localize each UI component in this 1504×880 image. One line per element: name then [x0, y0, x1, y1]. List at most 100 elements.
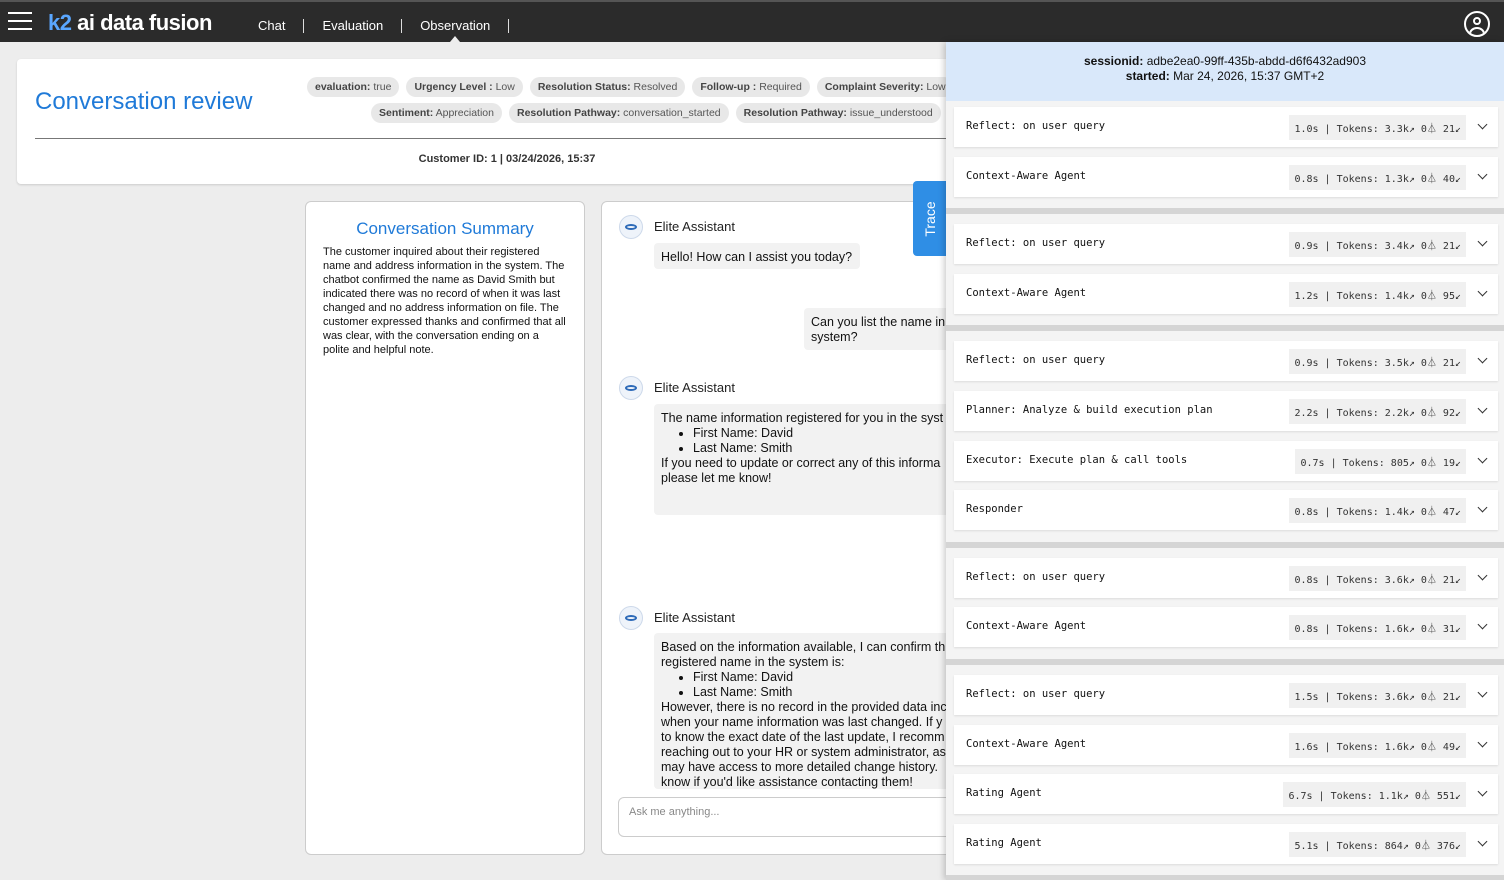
tab-observation[interactable]: Observation: [402, 2, 508, 42]
list-item: First Name: David: [693, 670, 980, 685]
message-text: Hello! How can I assist you today?: [661, 250, 853, 264]
chip-key: Urgency Level :: [414, 81, 493, 93]
trace-step-metrics: 1.2s | Tokens: 1.4k↗ 0⏃ 95↙: [1289, 281, 1466, 307]
trace-step-row[interactable]: Reflect: on user query 1.0s | Tokens: 3.3…: [954, 107, 1498, 147]
message-text: The name information registered for you …: [661, 411, 944, 425]
evaluation-chip: evaluation: true: [307, 77, 400, 97]
hamburger-menu-icon[interactable]: [8, 12, 32, 32]
trace-step-name: Rating Agent: [966, 836, 1042, 849]
assistant-message: The name information registered for you …: [654, 404, 980, 515]
divider: [35, 138, 965, 139]
chip-value: issue_understood: [849, 107, 933, 119]
chevron-down-icon[interactable]: [1477, 737, 1488, 747]
trace-step-name: Context-Aware Agent: [966, 737, 1087, 750]
nav-divider: [508, 19, 510, 33]
conversation-review-card: Conversation review evaluation: true Urge…: [17, 59, 997, 184]
message-text: when your name information was last chan…: [661, 715, 943, 729]
assistant-name: Elite Assistant: [654, 219, 735, 234]
tab-chat[interactable]: Chat: [240, 2, 303, 42]
trace-step-name: Reflect: on user query: [966, 237, 1106, 250]
evaluation-chips-row-1: evaluation: true Urgency Level : Low Resol…: [307, 77, 991, 97]
chevron-down-icon[interactable]: [1477, 403, 1488, 414]
trace-step-row[interactable]: Context-Aware Agent 1.6s | Tokens: 1.6k↗ …: [954, 724, 1498, 765]
chevron-down-icon[interactable]: [1477, 570, 1488, 581]
page-title: Conversation review: [35, 88, 253, 115]
trace-step-row[interactable]: Context-Aware Agent 1.2s | Tokens: 1.4k↗ …: [954, 273, 1498, 314]
trace-step-name: Rating Agent: [966, 787, 1042, 800]
chevron-down-icon[interactable]: [1477, 502, 1488, 513]
message-text: please let me know!: [661, 471, 772, 485]
trace-step-metrics: 2.2s | Tokens: 2.2k↗ 0⏃ 92↙: [1289, 398, 1466, 424]
trace-step-metrics: 0.7s | Tokens: 805↗ 0⏃ 19↙: [1295, 448, 1466, 474]
chip-key: Complaint Severity:: [824, 81, 924, 93]
trace-step-metrics: 0.9s | Tokens: 3.4k↗ 0⏃ 21↙: [1289, 232, 1466, 258]
trace-step-row[interactable]: Reflect: on user query 1.5s | Tokens: 3.6…: [954, 674, 1498, 715]
chip-key: Sentiment:: [379, 107, 434, 119]
chevron-down-icon[interactable]: [1477, 619, 1488, 630]
trace-step-metrics: 0.8s | Tokens: 1.3k↗ 0⏃ 40↙: [1289, 164, 1466, 190]
chevron-down-icon[interactable]: [1477, 453, 1488, 464]
message-text: to know the exact date of the last updat…: [661, 730, 945, 744]
chip-key: evaluation:: [315, 81, 371, 93]
trace-step-name: Context-Aware Agent: [966, 286, 1087, 299]
evaluation-chip: Complaint Severity: Low: [816, 77, 954, 97]
top-bar: k2 ai data fusion Chat Evaluation Observ…: [0, 0, 1504, 42]
evaluation-chip: Resolution Status: Resolved: [529, 77, 686, 97]
trace-step-metrics: 1.5s | Tokens: 3.6k↗ 0⏃ 21↙: [1289, 682, 1466, 708]
chevron-down-icon[interactable]: [1477, 836, 1488, 847]
assistant-name: Elite Assistant: [654, 380, 735, 395]
conversation-summary-card: Conversation Summary The customer inquir…: [305, 201, 585, 855]
trace-step-metrics: 1.0s | Tokens: 3.3k↗ 0⏃ 21↙: [1289, 115, 1466, 140]
tab-evaluation[interactable]: Evaluation: [304, 2, 401, 42]
chevron-down-icon[interactable]: [1477, 286, 1488, 297]
trace-step-row[interactable]: Rating Agent 6.7s | Tokens: 1.1k↗ 0⏃ 551↙: [954, 774, 1498, 815]
trace-step-name: Planner: Analyze & build execution plan: [966, 403, 1213, 416]
trace-step-name: Context-Aware Agent: [966, 620, 1087, 633]
trace-step-row[interactable]: Reflect: on user query 0.8s | Tokens: 3.6…: [954, 557, 1498, 598]
trace-step-row[interactable]: Executor: Execute plan & call tools 0.7s …: [954, 440, 1498, 481]
chevron-down-icon[interactable]: [1477, 353, 1488, 364]
trace-step-name: Reflect: on user query: [966, 570, 1106, 583]
trace-step-name: Responder: [966, 503, 1023, 516]
chevron-down-icon[interactable]: [1477, 786, 1488, 797]
trace-step-row[interactable]: Responder 0.8s | Tokens: 1.4k↗ 0⏃ 47↙: [954, 490, 1498, 531]
assistant-message: Based on the information available, I ca…: [654, 633, 980, 789]
chip-value: Resolved: [633, 81, 678, 93]
message-text: registered name in the system is:: [661, 655, 845, 669]
app-logo[interactable]: k2 ai data fusion: [48, 10, 212, 36]
customer-id-label: Customer ID: 1 | 03/24/2026, 15:37: [418, 153, 596, 165]
trace-step-row[interactable]: Reflect: on user query 0.9s | Tokens: 3.4…: [954, 224, 1498, 265]
evaluation-chip: Follow-up : Required: [692, 77, 810, 97]
assistant-avatar-icon: [619, 215, 643, 239]
evaluation-chip: Urgency Level : Low: [406, 77, 523, 97]
message-text: know if you'd like assistance contacting…: [661, 775, 913, 789]
trace-session-header: sessionid: adbe2ea0-99ff-435b-abdd-d6f64…: [946, 42, 1504, 101]
chevron-down-icon[interactable]: [1477, 236, 1488, 247]
message-list: First Name: David Last Name: Smith: [661, 426, 980, 456]
trace-step-metrics: 5.1s | Tokens: 864↗ 0⏃ 376↙: [1289, 831, 1466, 857]
message-text: However, there is no record in the provi…: [661, 700, 947, 714]
main-nav: Chat Evaluation Observation: [240, 2, 510, 42]
session-id-value: adbe2ea0-99ff-435b-abdd-d6f6432ad903: [1146, 54, 1366, 68]
trace-group: Reflect: on user query 0.8s | Tokens: 3.6…: [946, 552, 1504, 665]
trace-step-row[interactable]: Rating Agent 5.1s | Tokens: 864↗ 0⏃ 376↙: [954, 823, 1498, 864]
trace-step-row[interactable]: Context-Aware Agent 0.8s | Tokens: 1.6k↗ …: [954, 607, 1498, 648]
list-item: First Name: David: [693, 426, 980, 441]
trace-step-row[interactable]: Planner: Analyze & build execution plan 2…: [954, 390, 1498, 431]
user-account-icon[interactable]: [1464, 11, 1490, 37]
trace-step-row[interactable]: Reflect: on user query 0.9s | Tokens: 3.5…: [954, 341, 1498, 382]
trace-step-metrics: 0.8s | Tokens: 3.6k↗ 0⏃ 21↙: [1289, 565, 1466, 591]
chevron-down-icon[interactable]: [1477, 687, 1488, 698]
trace-step-metrics: 0.8s | Tokens: 1.4k↗ 0⏃ 47↙: [1289, 498, 1466, 524]
trace-panel: sessionid: adbe2ea0-99ff-435b-abdd-d6f64…: [946, 42, 1504, 880]
chevron-down-icon[interactable]: [1477, 119, 1488, 130]
list-item: Last Name: Smith: [693, 685, 980, 700]
chat-input[interactable]: Ask me anything...: [618, 797, 980, 837]
trace-step-metrics: 6.7s | Tokens: 1.1k↗ 0⏃ 551↙: [1283, 782, 1466, 808]
trace-group: Reflect: on user query 0.9s | Tokens: 3.4…: [946, 218, 1504, 332]
trace-step-row[interactable]: Context-Aware Agent 0.8s | Tokens: 1.3k↗ …: [954, 156, 1498, 197]
evaluation-chip: Sentiment: Appreciation: [371, 103, 502, 123]
chip-value: Low: [926, 81, 946, 93]
trace-toggle-button[interactable]: Trace: [913, 181, 947, 256]
chevron-down-icon[interactable]: [1477, 169, 1488, 180]
